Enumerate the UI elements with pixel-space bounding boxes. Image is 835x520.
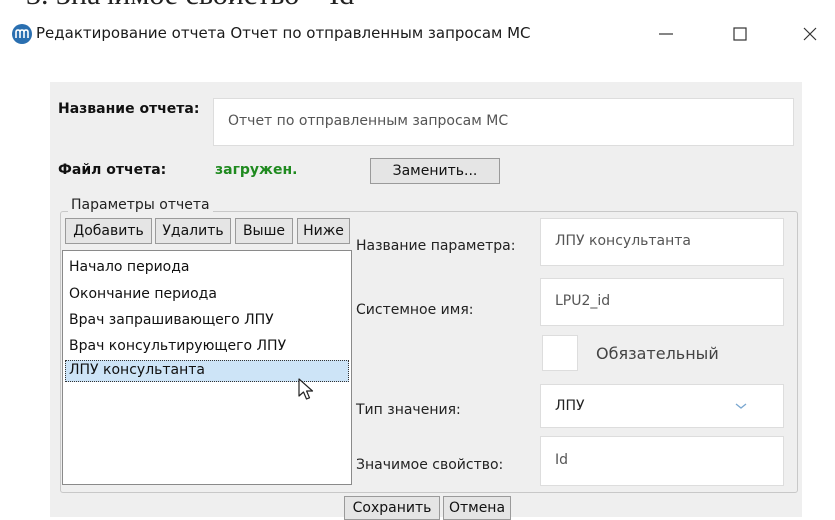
value-type-label: Тип значения: — [356, 402, 461, 418]
app-logo-icon — [12, 24, 32, 44]
required-label: Обязательный — [596, 344, 719, 363]
title-bar: Редактирование отчета Отчет по отправлен… — [0, 12, 835, 56]
key-property-label: Значимое свойство: — [356, 457, 504, 473]
maximize-icon — [733, 27, 747, 41]
close-button[interactable] — [786, 16, 834, 52]
param-name-label: Название параметра: — [356, 238, 516, 254]
key-property-value: Id — [555, 452, 569, 468]
value-type-select[interactable]: ЛПУ — [540, 384, 784, 428]
param-name-value: ЛПУ консультанта — [555, 233, 692, 249]
list-item-requesting-doctor[interactable]: Врач запрашивающего ЛПУ — [69, 312, 274, 328]
list-item-end-period[interactable]: Окончание периода — [69, 286, 217, 302]
minimize-button[interactable] — [642, 16, 690, 52]
minimize-icon — [659, 33, 673, 35]
report-name-label: Название отчета: — [58, 101, 200, 117]
system-name-value: LPU2_id — [555, 293, 611, 309]
cancel-button[interactable]: Отмена — [443, 496, 511, 520]
param-name-input[interactable]: ЛПУ консультанта — [540, 218, 784, 266]
delete-parameter-button[interactable]: Удалить — [155, 218, 231, 244]
report-file-label: Файл отчета: — [58, 162, 167, 178]
window-title: Редактирование отчета Отчет по отправлен… — [36, 24, 531, 42]
key-property-input[interactable]: Id — [540, 436, 784, 486]
report-name-value: Отчет по отправленным запросам МС — [228, 113, 509, 129]
add-parameter-button[interactable]: Добавить — [65, 218, 152, 244]
system-name-input[interactable]: LPU2_id — [540, 278, 784, 326]
required-checkbox[interactable] — [542, 335, 578, 371]
list-item-consulting-doctor[interactable]: Врач консультирующего ЛПУ — [69, 338, 286, 354]
document-heading-text: 3. Значимое свойство – Id — [26, 0, 354, 12]
list-item-start-period[interactable]: Начало периода — [69, 259, 190, 275]
maximize-button[interactable] — [716, 16, 764, 52]
list-item-consultant-lpu[interactable]: ЛПУ консультанта — [69, 362, 205, 378]
value-type-value: ЛПУ — [555, 398, 585, 414]
save-button[interactable]: Сохранить — [344, 496, 440, 520]
move-down-button[interactable]: Ниже — [297, 218, 350, 244]
report-file-status: загружен. — [215, 162, 298, 178]
move-up-button[interactable]: Выше — [235, 218, 293, 244]
report-parameters-title: Параметры отчета — [68, 197, 213, 213]
edit-report-window: Редактирование отчета Отчет по отправлен… — [0, 12, 835, 520]
report-name-input[interactable]: Отчет по отправленным запросам МС — [213, 98, 794, 146]
parameters-list[interactable]: Начало периода Окончание периода Врач за… — [62, 250, 352, 485]
system-name-label: Системное имя: — [356, 302, 474, 318]
close-icon — [803, 27, 817, 41]
report-editor-panel: Название отчета: Отчет по отправленным з… — [50, 82, 802, 520]
document-heading-fragment: 3. Значимое свойство – Id — [0, 0, 835, 12]
chevron-down-icon — [735, 403, 747, 409]
replace-file-button[interactable]: Заменить... — [370, 158, 500, 184]
mouse-cursor-icon — [298, 378, 314, 400]
